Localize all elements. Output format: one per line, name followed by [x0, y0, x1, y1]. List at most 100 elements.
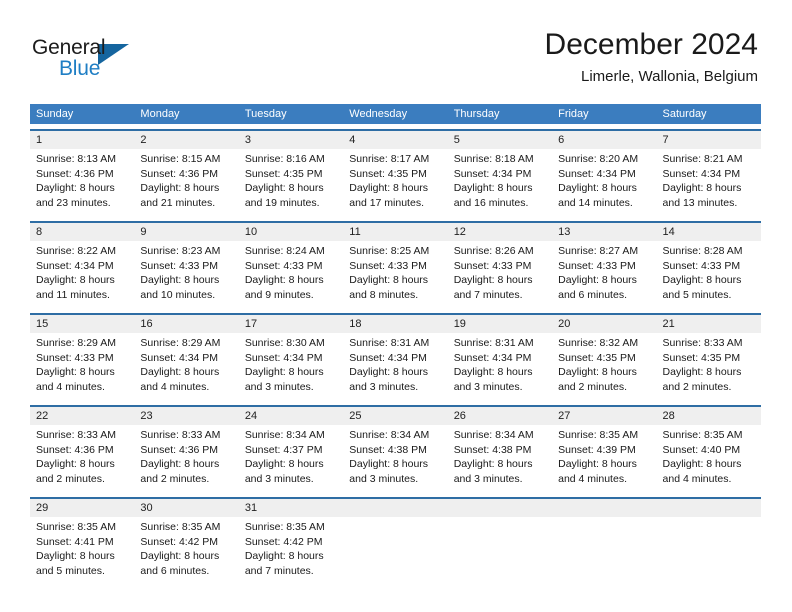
day-cell-empty — [343, 499, 448, 584]
day-cell[interactable]: 10 Sunrise: 8:24 AM Sunset: 4:33 PM Dayligh… — [238, 223, 344, 308]
day-details: Sunrise: 8:15 AM Sunset: 4:36 PM Daylight:… — [134, 149, 238, 210]
sunrise-text: Sunrise: 8:35 AM — [244, 521, 325, 533]
day-cell[interactable]: 17 Sunrise: 8:30 AM Sunset: 4:34 PM Dayligh… — [238, 315, 344, 400]
calendar-page: General Blue December 2024 Limerle, Wall… — [0, 0, 792, 612]
sunrise-text: Sunrise: 8:34 AM — [244, 429, 325, 441]
day-number: 5 — [447, 131, 553, 149]
week-cells: 15 Sunrise: 8:29 AM Sunset: 4:33 PM Dayligh… — [30, 315, 761, 400]
sunrise-text: Sunrise: 8:33 AM — [36, 429, 116, 441]
day-cell[interactable]: 28 Sunrise: 8:35 AM Sunset: 4:40 PM Dayligh… — [656, 407, 761, 492]
daylight-text-line1: Daylight: 8 hours — [453, 366, 533, 379]
day-cell-empty — [447, 499, 553, 584]
day-cell[interactable]: 23 Sunrise: 8:33 AM Sunset: 4:36 PM Dayligh… — [134, 407, 239, 492]
day-cell[interactable]: 30 Sunrise: 8:35 AM Sunset: 4:42 PM Dayligh… — [134, 499, 239, 584]
daylight-text-line1: Daylight: 8 hours — [244, 550, 324, 563]
daylight-text-line2: and 9 minutes. — [244, 288, 314, 301]
daylight-text-line1: Daylight: 8 hours — [558, 458, 637, 471]
day-cell[interactable]: 12 Sunrise: 8:26 AM Sunset: 4:33 PM Dayligh… — [447, 223, 553, 308]
day-number: 12 — [447, 223, 553, 241]
day-cell[interactable]: 14 Sunrise: 8:28 AM Sunset: 4:33 PM Dayligh… — [656, 223, 761, 308]
day-details: Sunrise: 8:34 AM Sunset: 4:38 PM Daylight:… — [448, 425, 552, 486]
day-cell[interactable]: 24 Sunrise: 8:34 AM Sunset: 4:37 PM Dayligh… — [238, 407, 344, 492]
day-number: 21 — [656, 315, 761, 333]
daylight-text-line1: Daylight: 8 hours — [558, 274, 637, 287]
day-details: Sunrise: 8:33 AM Sunset: 4:36 PM Daylight:… — [30, 425, 134, 486]
day-cell[interactable]: 25 Sunrise: 8:34 AM Sunset: 4:38 PM Dayligh… — [343, 407, 448, 492]
weekday-header-sunday: Sunday — [36, 108, 74, 120]
daylight-text-line2: and 2 minutes. — [558, 380, 627, 393]
day-details — [657, 517, 761, 520]
day-cell[interactable]: 20 Sunrise: 8:32 AM Sunset: 4:35 PM Dayligh… — [552, 315, 657, 400]
sunrise-text: Sunrise: 8:35 AM — [36, 521, 116, 533]
day-cell[interactable]: 7 Sunrise: 8:21 AM Sunset: 4:34 PM Daylight… — [656, 131, 761, 216]
day-details: Sunrise: 8:34 AM Sunset: 4:38 PM Daylight:… — [343, 425, 447, 486]
daylight-text-line2: and 19 minutes. — [244, 196, 320, 209]
day-cell[interactable]: 29 Sunrise: 8:35 AM Sunset: 4:41 PM Dayligh… — [30, 499, 135, 584]
sunset-text: Sunset: 4:34 PM — [558, 167, 636, 180]
day-cell[interactable]: 27 Sunrise: 8:35 AM Sunset: 4:39 PM Dayligh… — [552, 407, 657, 492]
day-cell[interactable]: 3 Sunrise: 8:16 AM Sunset: 4:35 PM Daylight… — [238, 131, 344, 216]
day-cell[interactable]: 16 Sunrise: 8:29 AM Sunset: 4:34 PM Dayligh… — [134, 315, 239, 400]
daylight-text-line2: and 21 minutes. — [140, 196, 216, 209]
day-details: Sunrise: 8:32 AM Sunset: 4:35 PM Daylight:… — [552, 333, 656, 394]
daylight-text-line2: and 23 minutes. — [36, 196, 111, 209]
sunrise-text: Sunrise: 8:35 AM — [662, 429, 743, 441]
daylight-text-line2: and 13 minutes. — [662, 196, 738, 209]
day-cell[interactable]: 19 Sunrise: 8:31 AM Sunset: 4:34 PM Dayligh… — [447, 315, 553, 400]
day-details: Sunrise: 8:35 AM Sunset: 4:41 PM Daylight:… — [30, 517, 134, 578]
day-number: 10 — [238, 223, 344, 241]
day-details: Sunrise: 8:25 AM Sunset: 4:33 PM Daylight:… — [343, 241, 447, 302]
daylight-text-line1: Daylight: 8 hours — [140, 274, 220, 287]
daylight-text-line1: Daylight: 8 hours — [244, 274, 324, 287]
day-cell[interactable]: 1 Sunrise: 8:13 AM Sunset: 4:36 PM Daylight… — [30, 131, 135, 216]
sunset-text: Sunset: 4:38 PM — [349, 443, 427, 456]
sunset-text: Sunset: 4:34 PM — [349, 351, 427, 364]
day-number: 27 — [552, 407, 657, 425]
sunrise-text: Sunrise: 8:35 AM — [558, 429, 639, 441]
day-details: Sunrise: 8:35 AM Sunset: 4:39 PM Daylight:… — [552, 425, 656, 486]
sunrise-text: Sunrise: 8:29 AM — [36, 337, 116, 349]
week-cells: 8 Sunrise: 8:22 AM Sunset: 4:34 PM Daylight… — [30, 223, 761, 308]
day-cell[interactable]: 18 Sunrise: 8:31 AM Sunset: 4:34 PM Dayligh… — [343, 315, 448, 400]
calendar-weeks: 1 Sunrise: 8:13 AM Sunset: 4:36 PM Daylight… — [30, 129, 761, 584]
day-cell[interactable]: 2 Sunrise: 8:15 AM Sunset: 4:36 PM Daylight… — [134, 131, 239, 216]
day-cell[interactable]: 8 Sunrise: 8:22 AM Sunset: 4:34 PM Daylight… — [30, 223, 135, 308]
daylight-text-line2: and 8 minutes. — [349, 288, 419, 301]
day-cell[interactable]: 11 Sunrise: 8:25 AM Sunset: 4:33 PM Dayligh… — [343, 223, 448, 308]
calendar-week-row: 1 Sunrise: 8:13 AM Sunset: 4:36 PM Daylight… — [30, 129, 761, 216]
sunrise-text: Sunrise: 8:26 AM — [453, 245, 534, 257]
day-details — [343, 517, 447, 520]
sunrise-text: Sunrise: 8:29 AM — [140, 337, 221, 349]
day-cell[interactable]: 5 Sunrise: 8:18 AM Sunset: 4:34 PM Daylight… — [447, 131, 553, 216]
title-block: December 2024 Limerle, Wallonia, Belgium — [298, 28, 758, 87]
day-cell[interactable]: 15 Sunrise: 8:29 AM Sunset: 4:33 PM Dayligh… — [30, 315, 135, 400]
daylight-text-line2: and 3 minutes. — [349, 472, 419, 485]
day-cell-empty — [552, 499, 657, 584]
daylight-text-line1: Daylight: 8 hours — [558, 182, 637, 195]
day-cell[interactable]: 26 Sunrise: 8:34 AM Sunset: 4:38 PM Dayligh… — [447, 407, 553, 492]
day-number: 4 — [343, 131, 448, 149]
weekday-header-row: Sunday Monday Tuesday Wednesday Thursday Frid… — [30, 104, 761, 124]
calendar-week-row: 8 Sunrise: 8:22 AM Sunset: 4:34 PM Daylight… — [30, 221, 761, 308]
day-cell[interactable]: 9 Sunrise: 8:23 AM Sunset: 4:33 PM Daylight… — [134, 223, 239, 308]
sunset-text: Sunset: 4:34 PM — [244, 351, 323, 364]
sunrise-text: Sunrise: 8:20 AM — [558, 153, 639, 165]
weekday-header-monday: Monday — [140, 108, 180, 120]
day-cell[interactable]: 31 Sunrise: 8:35 AM Sunset: 4:42 PM Dayligh… — [238, 499, 344, 584]
sunset-text: Sunset: 4:33 PM — [453, 259, 532, 272]
day-number — [343, 499, 448, 517]
day-cell[interactable]: 22 Sunrise: 8:33 AM Sunset: 4:36 PM Dayligh… — [30, 407, 135, 492]
day-details: Sunrise: 8:26 AM Sunset: 4:33 PM Daylight:… — [448, 241, 552, 302]
day-cell[interactable]: 4 Sunrise: 8:17 AM Sunset: 4:35 PM Daylight… — [343, 131, 448, 216]
day-details: Sunrise: 8:33 AM Sunset: 4:35 PM Daylight:… — [657, 333, 761, 394]
sunset-text: Sunset: 4:42 PM — [244, 535, 323, 548]
sunset-text: Sunset: 4:36 PM — [36, 443, 114, 456]
day-number: 24 — [238, 407, 344, 425]
day-cell[interactable]: 13 Sunrise: 8:27 AM Sunset: 4:33 PM Dayligh… — [552, 223, 657, 308]
sunrise-text: Sunrise: 8:35 AM — [140, 521, 221, 533]
daylight-text-line1: Daylight: 8 hours — [349, 458, 429, 471]
day-cell[interactable]: 6 Sunrise: 8:20 AM Sunset: 4:34 PM Daylight… — [552, 131, 657, 216]
weekday-header-tuesday: Tuesday — [244, 108, 287, 120]
daylight-text-line1: Daylight: 8 hours — [36, 550, 115, 563]
day-cell[interactable]: 21 Sunrise: 8:33 AM Sunset: 4:35 PM Dayligh… — [656, 315, 761, 400]
